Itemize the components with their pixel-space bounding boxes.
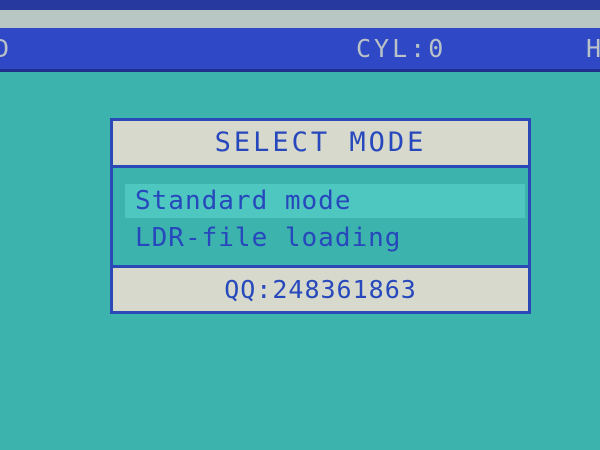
top-border-strip (0, 0, 600, 10)
cylinder-readout: CYL:0 (356, 34, 447, 63)
mode-menu: Standard mode LDR-file loading (113, 168, 528, 265)
select-mode-dialog: SELECT MODE Standard mode LDR-file loadi… (110, 118, 531, 314)
status-bar: D CYL:0 H (0, 28, 600, 72)
status-left-text: D (0, 34, 11, 63)
dialog-footer-contact: QQ:248361863 (224, 275, 417, 304)
menu-item-ldr-file-loading[interactable]: LDR-file loading (125, 221, 525, 255)
top-band (0, 10, 600, 28)
dialog-title: SELECT MODE (214, 127, 427, 158)
menu-item-standard-mode[interactable]: Standard mode (125, 184, 525, 218)
status-right-text: H (586, 34, 600, 63)
